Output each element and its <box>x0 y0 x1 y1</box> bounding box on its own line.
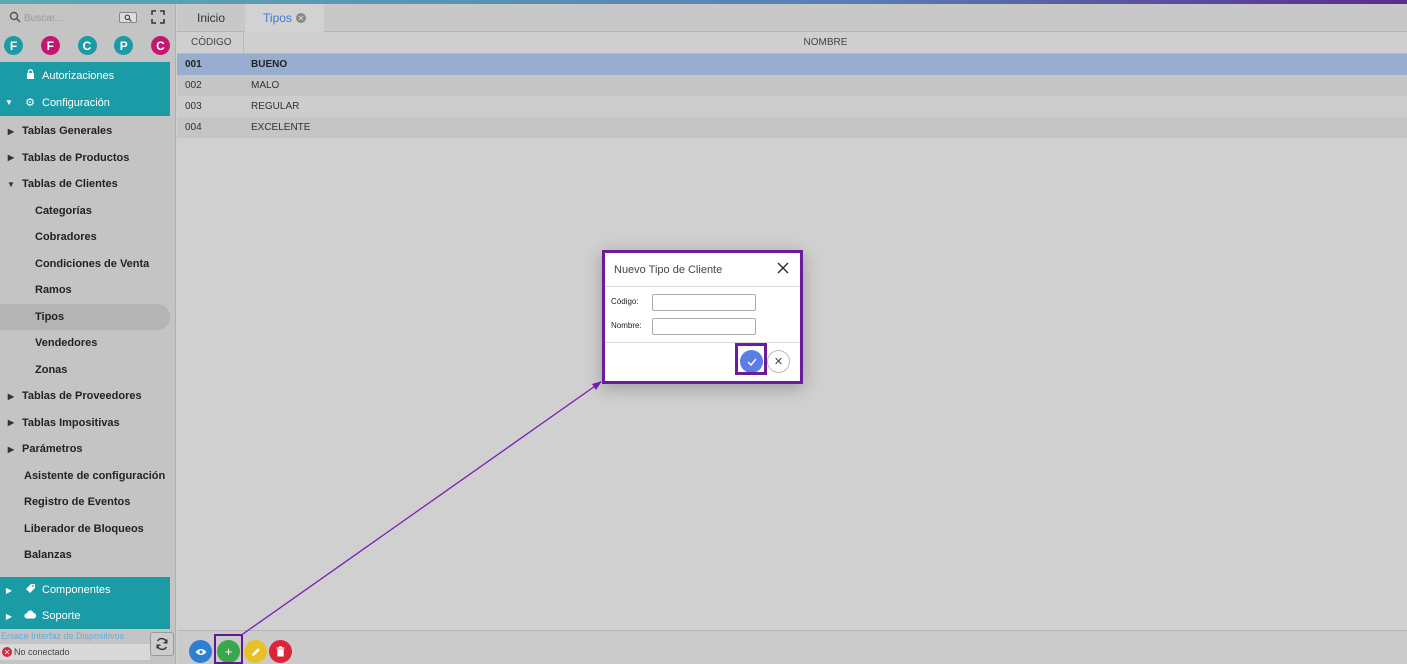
view-button[interactable] <box>189 640 212 663</box>
sidebar-item-componentes[interactable]: ▶ Componentes <box>0 577 170 603</box>
tab-bar: Inicio Tipos ✕ <box>177 4 1407 32</box>
name-field[interactable] <box>652 318 756 335</box>
table-row[interactable]: 001 BUENO <box>177 54 1407 75</box>
tab-tipos[interactable]: Tipos ✕ <box>245 4 324 32</box>
quick-button-c2[interactable]: C <box>151 36 170 55</box>
caret-down-icon: ▼ <box>7 179 15 189</box>
tree-item-categorias[interactable]: Categorías <box>0 198 170 225</box>
tree-item-cobradores[interactable]: Cobradores <box>0 224 170 251</box>
caret-right-icon: ▶ <box>5 585 13 595</box>
tree-item-liberador-bloqueos[interactable]: Liberador de Bloqueos <box>0 516 170 543</box>
tag-icon <box>18 583 42 597</box>
sidebar-item-configuracion[interactable]: ▼ ⚙ Configuración <box>0 89 170 116</box>
tree-item-parametros[interactable]: ▶ Parámetros <box>0 436 170 463</box>
dialog-title: Nuevo Tipo de Cliente <box>614 264 723 276</box>
dialog-body: Código: Nombre: <box>605 287 800 343</box>
caret-right-icon: ▶ <box>7 418 15 428</box>
tab-inicio[interactable]: Inicio <box>177 4 245 32</box>
close-icon[interactable] <box>776 261 790 275</box>
fullscreen-icon[interactable] <box>151 10 165 24</box>
sidebar-search <box>0 4 176 32</box>
code-field[interactable] <box>652 294 756 311</box>
quick-button-f2[interactable]: F <box>40 36 60 55</box>
configuration-tree: ▶ Tablas Generales ▶ Tablas de Productos ▼… <box>0 118 170 569</box>
quick-button-c1[interactable]: C <box>77 36 97 55</box>
cancel-button[interactable]: ✕ <box>767 350 790 373</box>
tree-item-zonas[interactable]: Zonas <box>0 357 170 384</box>
gears-icon: ⚙ <box>25 97 35 109</box>
close-icon[interactable]: ✕ <box>295 13 306 23</box>
tree-item-tablas-impositivas[interactable]: ▶ Tablas Impositivas <box>0 410 170 437</box>
tree-item-ramos[interactable]: Ramos <box>0 277 170 304</box>
sidebar-item-soporte[interactable]: ▶ Soporte <box>0 603 170 629</box>
refresh-button[interactable] <box>150 632 174 656</box>
types-table: CÓDIGO NOMBRE 001 BUENO 002 MALO 003 REG… <box>177 32 1407 138</box>
sidebar: F F C P C Autorizaciones ▼ ⚙ Configuraci… <box>0 4 176 664</box>
column-header-name[interactable]: NOMBRE <box>244 32 1407 53</box>
delete-button[interactable] <box>269 640 292 663</box>
table-header: CÓDIGO NOMBRE <box>177 32 1407 54</box>
search-button[interactable] <box>119 12 137 23</box>
refresh-icon <box>156 637 168 651</box>
tree-item-tablas-generales[interactable]: ▶ Tablas Generales <box>0 118 170 145</box>
caret-down-icon: ▼ <box>5 98 13 107</box>
tree-item-tipos[interactable]: Tipos <box>0 303 170 330</box>
close-icon: ✕ <box>773 356 784 368</box>
caret-right-icon: ▶ <box>7 153 15 163</box>
caret-right-icon: ▶ <box>7 126 15 136</box>
eye-icon <box>195 648 206 655</box>
code-label: Código: <box>611 297 639 306</box>
tree-item-asistente[interactable]: Asistente de configuración <box>0 463 170 490</box>
confirm-button-highlight <box>735 343 767 375</box>
tree-item-tablas-clientes[interactable]: ▼ Tablas de Clientes <box>0 171 170 198</box>
add-button-highlight <box>214 634 243 664</box>
sidebar-item-label: Componentes <box>42 584 111 596</box>
lock-icon <box>18 69 42 82</box>
search-input[interactable] <box>24 9 114 27</box>
tree-item-balanzas[interactable]: Balanzas <box>0 542 170 569</box>
caret-right-icon: ▶ <box>7 391 15 401</box>
sidebar-item-label: Configuración <box>42 96 110 109</box>
cloud-icon <box>18 610 42 622</box>
tree-item-vendedores[interactable]: Vendedores <box>0 330 170 357</box>
dialog-header: Nuevo Tipo de Cliente <box>605 253 800 287</box>
search-icon <box>124 14 132 22</box>
quick-button-f1[interactable]: F <box>4 36 23 55</box>
sidebar-item-label: Autorizaciones <box>42 69 115 82</box>
sidebar-item-label: Soporte <box>42 610 81 622</box>
sidebar-item-autorizaciones[interactable]: Autorizaciones <box>0 62 170 89</box>
pencil-icon <box>251 647 260 656</box>
edit-button[interactable] <box>244 640 267 663</box>
column-header-code[interactable]: CÓDIGO <box>177 32 244 53</box>
device-status: ✕ No conectado <box>0 644 150 660</box>
table-row[interactable]: 003 REGULAR <box>177 96 1407 117</box>
table-row[interactable]: 002 MALO <box>177 75 1407 96</box>
name-label: Nombre: <box>611 321 642 330</box>
new-client-type-dialog: Nuevo Tipo de Cliente Código: Nombre: ✕ <box>602 250 803 384</box>
error-icon: ✕ <box>2 647 12 657</box>
tree-item-tablas-proveedores[interactable]: ▶ Tablas de Proveedores <box>0 383 170 410</box>
sidebar-bottom-menu: ▶ Componentes ▶ Soporte <box>0 577 170 629</box>
trash-icon <box>276 646 285 657</box>
device-interface: Enlace Interfaz de Dispositivos ✕ No con… <box>0 630 176 664</box>
caret-right-icon: ▶ <box>7 444 15 454</box>
tree-item-tablas-productos[interactable]: ▶ Tablas de Productos <box>0 145 170 172</box>
sidebar-top-menu: Autorizaciones ▼ ⚙ Configuración <box>0 62 170 116</box>
dialog-footer: ✕ <box>605 343 800 383</box>
tree-item-condiciones-venta[interactable]: Condiciones de Venta <box>0 251 170 278</box>
quick-access-buttons: F F C P C <box>4 36 172 56</box>
table-row[interactable]: 004 EXCELENTE <box>177 117 1407 138</box>
action-toolbar: + <box>177 630 1407 664</box>
search-icon <box>9 11 21 23</box>
device-interface-link[interactable]: Enlace Interfaz de Dispositivos <box>1 631 124 641</box>
quick-button-p[interactable]: P <box>114 36 134 55</box>
caret-right-icon: ▶ <box>5 611 13 621</box>
tree-item-registro-eventos[interactable]: Registro de Eventos <box>0 489 170 516</box>
